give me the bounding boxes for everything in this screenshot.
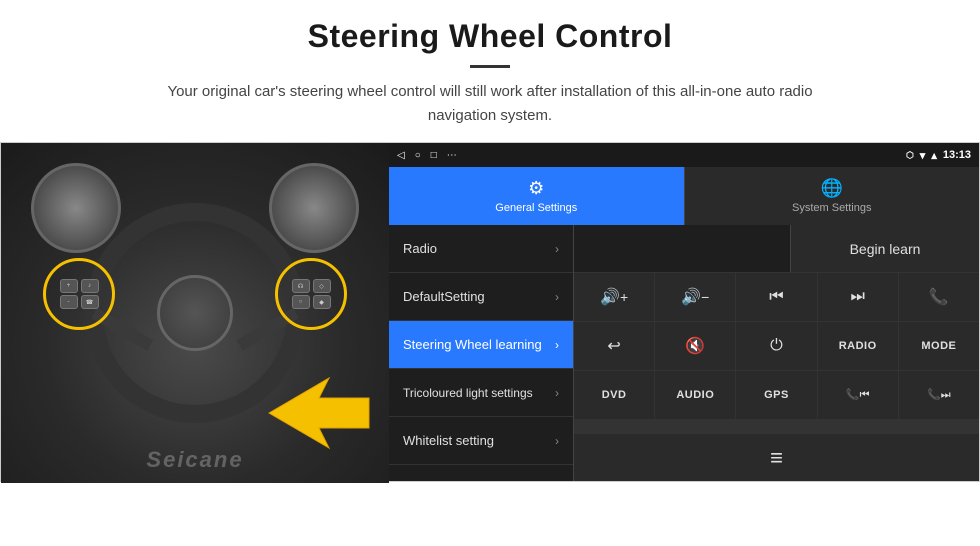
content-area: + ♪ - ☎ ☊ ◇ ○ ◆ [0, 142, 980, 482]
mode-button[interactable]: MODE [899, 322, 979, 370]
phone-button[interactable]: 📞 [899, 273, 979, 321]
next-track-icon: ⏭ [850, 288, 864, 306]
phone-icon: 📞 [929, 287, 949, 307]
prev-track-icon: ⏮ [769, 288, 783, 306]
gps-button[interactable]: GPS [736, 371, 816, 419]
vol-down-icon: 🔊− [681, 287, 709, 307]
dvd-button[interactable]: DVD [574, 371, 654, 419]
menu-item-radio[interactable]: Radio › [389, 225, 573, 273]
btn-group-bot-left: - ☎ [60, 295, 99, 309]
signal-icon: ▴ [931, 149, 937, 162]
gauge-right [269, 163, 359, 253]
back-button[interactable]: ↩ [574, 322, 654, 370]
phone-next-icon: 📞⏭ [927, 388, 951, 402]
back-icon: ↩ [607, 336, 620, 356]
audio-btn-label: AUDIO [676, 389, 714, 401]
location-icon: ⬡ [906, 150, 914, 161]
begin-learn-button[interactable]: Begin learn [791, 225, 979, 272]
vol-down-button[interactable]: 🔊− [655, 273, 735, 321]
menu-radio-label: Radio [403, 241, 555, 256]
button-grid: 🔊+ 🔊− ⏮ ⏭ 📞 [574, 273, 979, 433]
menu-steering-label: Steering Wheel learning [403, 337, 555, 352]
menu-item-defaultsetting[interactable]: DefaultSetting › [389, 273, 573, 321]
power-button[interactable]: ⏻ [736, 322, 816, 370]
gauge-left [31, 163, 121, 253]
home-nav-icon[interactable]: ○ [415, 150, 421, 161]
menu-item-steering[interactable]: Steering Wheel learning › [389, 321, 573, 369]
next-track-button[interactable]: ⏭ [818, 273, 898, 321]
chevron-right-icon-3: › [555, 338, 559, 352]
tab-bar: ⚙ General Settings 🌐 System Settings [389, 167, 979, 225]
phone-prev-button[interactable]: 📞⏮ [818, 371, 898, 419]
sw-btn-plus: + [60, 279, 78, 293]
sw-btn-arrow: ◇ [313, 279, 331, 293]
sw-btn-tele: ☊ [292, 279, 310, 293]
back-nav-icon[interactable]: ◁ [397, 150, 405, 161]
phone-prev-icon: 📞⏮ [846, 388, 870, 402]
gps-btn-label: GPS [764, 389, 789, 401]
page-title: Steering Wheel Control [40, 18, 940, 55]
watermark: Seicane [146, 447, 243, 473]
mute-icon: 🔇 [685, 336, 705, 356]
wifi-icon: ▾ [920, 149, 926, 162]
header-section: Steering Wheel Control Your original car… [0, 0, 980, 142]
right-content: Begin learn 🔊+ 🔊− ⏮ [574, 225, 979, 481]
vol-up-icon: 🔊+ [600, 287, 628, 307]
audio-button[interactable]: AUDIO [655, 371, 735, 419]
power-icon: ⏻ [770, 337, 783, 355]
sw-btn-minus: - [60, 295, 78, 309]
car-image-section: + ♪ - ☎ ☊ ◇ ○ ◆ [1, 143, 389, 483]
prev-track-button[interactable]: ⏮ [736, 273, 816, 321]
menu-tricoloured-label: Tricoloured light settings [403, 386, 555, 400]
list-icon: ≡ [770, 445, 783, 471]
chevron-right-icon-4: › [555, 386, 559, 400]
top-row: Begin learn [574, 225, 979, 273]
mute-button[interactable]: 🔇 [655, 322, 735, 370]
btn-group-top-left: + ♪ [60, 279, 99, 293]
time-display: 13:13 [943, 149, 971, 161]
last-row: ≡ [574, 433, 979, 481]
vol-up-button[interactable]: 🔊+ [574, 273, 654, 321]
menu-item-whitelist[interactable]: Whitelist setting › [389, 417, 573, 465]
tab-general-settings[interactable]: ⚙ General Settings [389, 167, 684, 225]
subtitle-text: Your original car's steering wheel contr… [140, 80, 840, 128]
sw-btn-music: ♪ [81, 279, 99, 293]
btn-group-bot-right: ○ ◆ [292, 295, 331, 309]
tab-system-settings[interactable]: 🌐 System Settings [684, 167, 980, 225]
menu-defaultsetting-label: DefaultSetting [403, 289, 555, 304]
dvd-btn-label: DVD [602, 389, 627, 401]
status-bar-right: ⬡ ▾ ▴ 13:13 [906, 149, 971, 162]
tab-general-label: General Settings [495, 202, 577, 214]
recents-nav-icon[interactable]: □ [431, 150, 437, 161]
blank-display-area [574, 225, 791, 272]
status-bar-left: ◁ ○ □ ⋯ [397, 150, 457, 161]
panel-body: Radio › DefaultSetting › Steering Wheel … [389, 225, 979, 481]
android-panel: ◁ ○ □ ⋯ ⬡ ▾ ▴ 13:13 ⚙ General Settings [389, 143, 979, 481]
chevron-right-icon-5: › [555, 434, 559, 448]
yellow-circle-right: ☊ ◇ ○ ◆ [275, 258, 347, 330]
mode-btn-label: MODE [921, 340, 956, 352]
arrow-container [259, 373, 379, 453]
yellow-circle-left: + ♪ - ☎ [43, 258, 115, 330]
settings-gear-icon: ⚙ [528, 178, 544, 199]
menu-nav-icon[interactable]: ⋯ [447, 150, 457, 161]
arrow-icon [259, 373, 379, 453]
radio-btn-label: RADIO [839, 340, 877, 352]
system-settings-icon: 🌐 [821, 178, 843, 199]
sw-btn-diamond: ◆ [313, 295, 331, 309]
chevron-right-icon-2: › [555, 290, 559, 304]
tab-system-label: System Settings [792, 202, 871, 214]
sw-btn-phone: ☎ [81, 295, 99, 309]
menu-whitelist-label: Whitelist setting [403, 433, 555, 448]
status-bar: ◁ ○ □ ⋯ ⬡ ▾ ▴ 13:13 [389, 143, 979, 167]
chevron-right-icon: › [555, 242, 559, 256]
btn-group-top-right: ☊ ◇ [292, 279, 331, 293]
phone-next-button[interactable]: 📞⏭ [899, 371, 979, 419]
page-container: Steering Wheel Control Your original car… [0, 0, 980, 482]
title-divider [470, 65, 510, 68]
sw-btn-circle: ○ [292, 295, 310, 309]
radio-btn[interactable]: RADIO [818, 322, 898, 370]
menu-item-tricoloured[interactable]: Tricoloured light settings › [389, 369, 573, 417]
left-menu: Radio › DefaultSetting › Steering Wheel … [389, 225, 574, 481]
